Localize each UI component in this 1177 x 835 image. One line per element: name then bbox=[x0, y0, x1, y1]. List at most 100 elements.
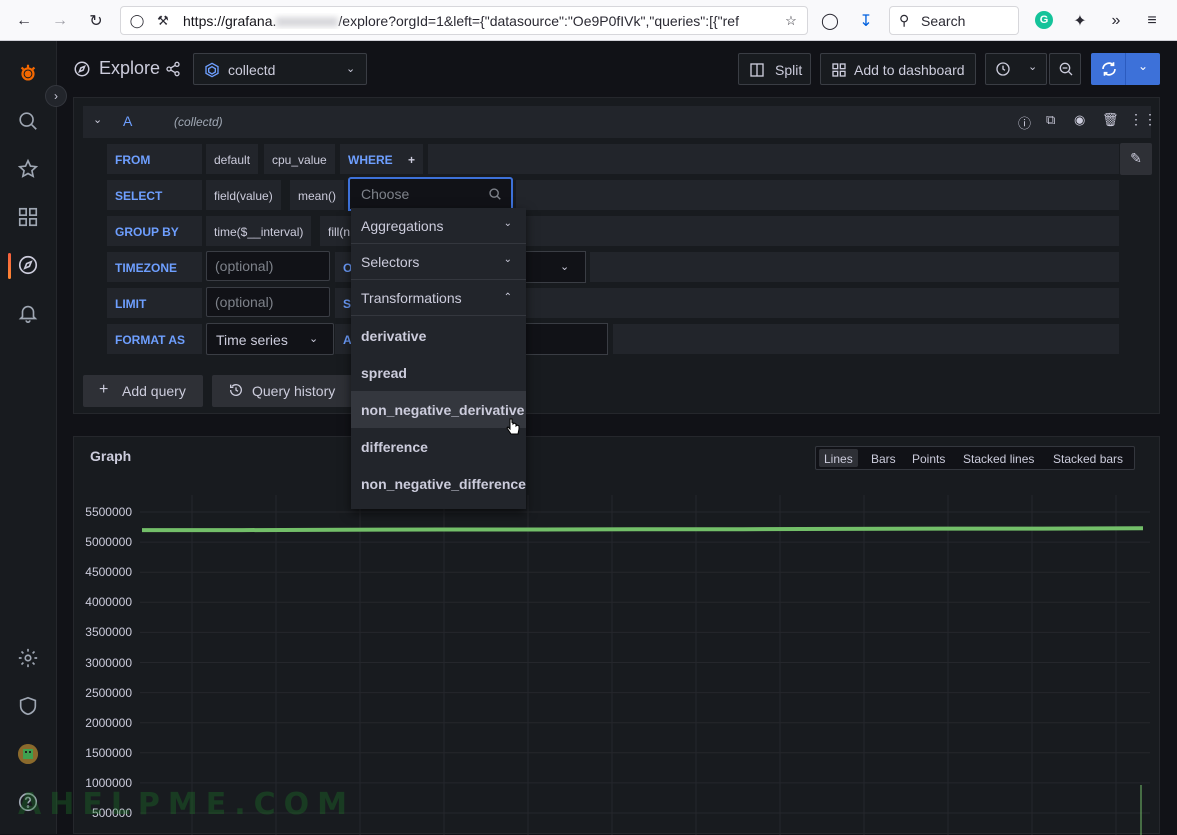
measurement-segment[interactable]: cpu_value bbox=[264, 144, 335, 174]
graph-title: Graph bbox=[90, 448, 132, 464]
grammarly-icon[interactable]: G bbox=[1035, 11, 1053, 29]
graph-panel: Graph Lines Bars Points Stacked lines St… bbox=[73, 436, 1160, 835]
zoom-out-button[interactable] bbox=[1049, 53, 1081, 85]
timezone-label: TIMEZONE bbox=[107, 252, 202, 282]
drag-handle-icon[interactable]: ⋮⋮ bbox=[1129, 111, 1157, 128]
reload-icon[interactable]: ↻ bbox=[84, 9, 108, 33]
url-text[interactable]: https://grafana. /explore?orgId=1&left={"… bbox=[183, 13, 773, 29]
back-icon[interactable]: ← bbox=[12, 9, 36, 33]
explore-toolbar: Explore collectd ⌄ Split Add to dashboar… bbox=[57, 41, 1177, 97]
menu-group-aggregations[interactable]: Aggregations ⌄ bbox=[351, 208, 526, 244]
browser-search[interactable]: ⚲ Search bbox=[889, 6, 1019, 35]
download-icon[interactable]: ↧ bbox=[854, 9, 878, 33]
extension-icon[interactable]: ✦ bbox=[1068, 9, 1092, 33]
graph-plot[interactable] bbox=[140, 495, 1150, 835]
browser-search-label: Search bbox=[921, 13, 966, 29]
add-query-button[interactable]: + Add query bbox=[83, 375, 203, 407]
search-icon[interactable] bbox=[16, 109, 40, 133]
limit-input[interactable]: (optional) bbox=[206, 287, 330, 317]
aggregation-segment[interactable]: mean() bbox=[290, 180, 345, 210]
bookmark-star-icon[interactable]: ☆ bbox=[783, 13, 799, 29]
add-to-dashboard-button[interactable]: Add to dashboard bbox=[820, 53, 976, 85]
chevron-down-icon: ⌄ bbox=[503, 218, 512, 229]
row-filler bbox=[526, 216, 1119, 246]
query-ref-id[interactable]: A bbox=[123, 113, 132, 129]
mode-lines[interactable]: Lines bbox=[824, 452, 853, 466]
eye-icon[interactable]: ◉ bbox=[1074, 112, 1085, 128]
add-where-button[interactable]: + bbox=[400, 144, 424, 174]
collapse-chevron-icon[interactable]: ⌄ bbox=[93, 113, 102, 126]
zoom-out-icon bbox=[1058, 61, 1074, 77]
add-to-dashboard-label: Add to dashboard bbox=[854, 62, 965, 78]
mode-stacked-lines[interactable]: Stacked lines bbox=[963, 452, 1034, 466]
grafana-logo-icon[interactable] bbox=[16, 61, 40, 85]
y-tick-label: 5500000 bbox=[85, 505, 132, 519]
menu-item-spread[interactable]: spread bbox=[351, 354, 526, 391]
split-button[interactable]: Split bbox=[738, 53, 811, 85]
menu-item-difference[interactable]: difference bbox=[351, 428, 526, 465]
menu-item-label: non_negative_difference bbox=[361, 476, 526, 492]
pocket-icon[interactable]: ◯ bbox=[818, 9, 842, 33]
divider bbox=[1125, 53, 1126, 85]
alerting-bell-icon[interactable] bbox=[16, 301, 40, 325]
configuration-gear-icon[interactable] bbox=[16, 646, 40, 670]
url-host: https://grafana. bbox=[183, 13, 277, 29]
mode-stacked-bars[interactable]: Stacked bars bbox=[1053, 452, 1123, 466]
chevron-down-icon[interactable]: ⌄ bbox=[1138, 59, 1148, 73]
add-query-label: Add query bbox=[122, 383, 186, 399]
menu-item-non-negative-derivative[interactable]: non_negative_derivative bbox=[351, 391, 526, 428]
menu-item-derivative[interactable]: derivative bbox=[351, 317, 526, 354]
explore-compass-icon[interactable] bbox=[16, 253, 40, 277]
order-select[interactable]: ⌄ bbox=[526, 251, 586, 283]
y-tick-label: 2000000 bbox=[85, 715, 132, 730]
query-row-header[interactable]: ⌄ A (collectd) ⓘ ⧉ ◉ 🗑 ⋮⋮ bbox=[83, 106, 1157, 138]
menu-item-non-negative-difference[interactable]: non_negative_difference bbox=[351, 465, 526, 502]
dashboard-grid-icon bbox=[831, 62, 847, 78]
shield-icon[interactable]: ◯ bbox=[129, 13, 145, 29]
hamburger-menu-icon[interactable]: ≡ bbox=[1140, 9, 1164, 33]
mode-bars[interactable]: Bars bbox=[871, 452, 896, 466]
overflow-chevrons-icon[interactable]: » bbox=[1104, 9, 1128, 33]
chevron-down-icon: ⌄ bbox=[346, 63, 356, 75]
mode-points[interactable]: Points bbox=[912, 452, 945, 466]
duplicate-icon[interactable]: ⧉ bbox=[1046, 112, 1055, 128]
where-label: WHERE bbox=[340, 144, 401, 174]
search-icon: ⚲ bbox=[899, 12, 910, 28]
timezone-input[interactable]: (optional) bbox=[206, 251, 330, 281]
server-admin-shield-icon[interactable] bbox=[16, 694, 40, 718]
menu-item-label: derivative bbox=[361, 328, 427, 344]
query-history-button[interactable]: Query history bbox=[212, 375, 352, 407]
help-icon[interactable]: ⓘ bbox=[1018, 113, 1031, 132]
url-path: /explore?orgId=1&left={"datasource":"Oe9… bbox=[338, 13, 739, 29]
alias-input[interactable] bbox=[526, 323, 608, 355]
y-tick-label: 2500000 bbox=[85, 685, 132, 700]
chevron-down-icon: ⌄ bbox=[503, 254, 512, 265]
retention-policy-segment[interactable]: default bbox=[206, 144, 259, 174]
time-picker-button[interactable]: ⌄ bbox=[985, 53, 1047, 85]
field-segment[interactable]: field(value) bbox=[206, 180, 281, 210]
menu-group-transformations[interactable]: Transformations ⌃ bbox=[351, 280, 526, 316]
row-filler bbox=[428, 144, 1119, 174]
menu-group-selectors[interactable]: Selectors ⌄ bbox=[351, 244, 526, 280]
share-icon[interactable] bbox=[165, 61, 181, 77]
influxdb-icon bbox=[204, 62, 220, 78]
format-select[interactable]: Time series ⌄ bbox=[206, 323, 334, 355]
datasource-picker[interactable]: collectd ⌄ bbox=[193, 53, 367, 85]
menu-item-label: non_negative_derivative bbox=[361, 402, 525, 418]
trash-icon[interactable]: 🗑 bbox=[1102, 112, 1119, 128]
y-tick-label: 3000000 bbox=[85, 655, 132, 670]
avatar[interactable] bbox=[18, 744, 38, 764]
url-bar[interactable]: ◯ ⚒ https://grafana. /explore?orgId=1&lef… bbox=[120, 6, 808, 35]
edit-pencil-icon[interactable]: ✎ bbox=[1120, 143, 1152, 175]
function-choose-input[interactable]: Choose bbox=[348, 177, 513, 211]
choose-placeholder: Choose bbox=[361, 186, 410, 202]
group-label: Selectors bbox=[361, 254, 420, 270]
starred-icon[interactable] bbox=[16, 157, 40, 181]
lock-icon[interactable]: ⚒ bbox=[155, 13, 171, 29]
dashboards-icon[interactable] bbox=[16, 205, 40, 229]
forward-icon[interactable]: → bbox=[48, 9, 72, 33]
menu-item-label: spread bbox=[361, 365, 407, 381]
y-tick-label: 3500000 bbox=[85, 625, 132, 640]
run-query-button[interactable]: ⌄ bbox=[1091, 53, 1160, 85]
time-interval-segment[interactable]: time($__interval) bbox=[206, 216, 312, 246]
